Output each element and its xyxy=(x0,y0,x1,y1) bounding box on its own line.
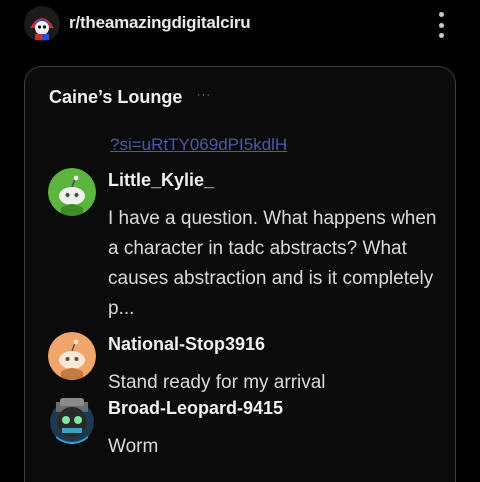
message-username[interactable]: Broad-Leopard-9415 xyxy=(108,398,283,419)
top-header: r/theamazingdigitalciru xyxy=(0,0,480,50)
user-avatar[interactable] xyxy=(48,396,96,444)
subreddit-name[interactable]: r/theamazingdigitalciru xyxy=(69,13,251,33)
subreddit-avatar[interactable] xyxy=(24,6,60,42)
shared-link[interactable]: ?si=uRtTY069dPI5kdlH xyxy=(110,135,287,155)
message-username[interactable]: National-Stop3916 xyxy=(108,334,265,355)
user-avatar[interactable] xyxy=(48,332,96,380)
channel-title-indicator: ··· xyxy=(197,89,211,101)
message-text: Worm xyxy=(108,436,159,457)
message-username[interactable]: Little_Kylie_ xyxy=(108,170,214,191)
kebab-vertical-icon[interactable] xyxy=(432,10,450,40)
user-avatar[interactable] xyxy=(48,168,96,216)
message-text: I have a question. What happens when a c… xyxy=(108,208,437,319)
channel-title: Caine’s Lounge xyxy=(49,87,183,107)
message-text: Stand ready for my arrival xyxy=(108,372,326,393)
